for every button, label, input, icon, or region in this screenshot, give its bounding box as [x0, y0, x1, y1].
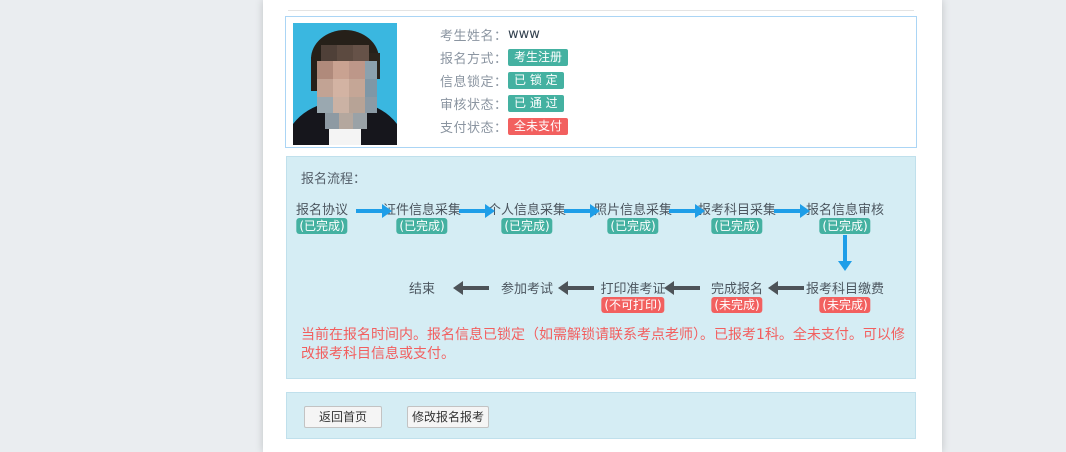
arrow-right-icon [356, 209, 382, 213]
arrow-right-icon [774, 209, 800, 213]
step-print-ticket-status: (不可打印) [601, 294, 664, 313]
step-end: 结束 [409, 278, 435, 297]
registration-method-label: 报名方式： [440, 48, 508, 67]
step-photo-info-status: (已完成) [607, 215, 658, 234]
arrow-right-icon [459, 209, 485, 213]
row-audit-status: 审核状态： 已 通 过 [440, 95, 568, 112]
step-finish-signup-status: (未完成) [711, 294, 762, 313]
step-take-exam: 参加考试 [501, 278, 553, 297]
arrow-left-icon [463, 286, 489, 290]
step-take-exam-label: 参加考试 [501, 282, 553, 297]
status-done-badge: (已完成) [607, 218, 658, 234]
audit-status-label: 审核状态： [440, 94, 508, 113]
candidate-name-label: 考生姓名： [440, 25, 508, 44]
arrow-left-icon [674, 286, 700, 290]
action-panel: 返回首页 修改报名报考 [286, 392, 916, 439]
top-divider [288, 10, 914, 11]
status-done-badge: (已完成) [819, 218, 870, 234]
step-agreement-status: (已完成) [296, 215, 347, 234]
arrow-right-icon [564, 209, 590, 213]
row-info-lock: 信息锁定： 已 锁 定 [440, 72, 568, 89]
info-lock-label: 信息锁定： [440, 71, 508, 90]
arrow-down-icon [843, 235, 847, 261]
info-lock-badge: 已 锁 定 [508, 72, 564, 89]
status-undone-badge: (未完成) [819, 297, 870, 313]
row-payment-status: 支付状态： 全未支付 [440, 118, 568, 135]
payment-status-badge: 全未支付 [508, 118, 568, 135]
step-end-label: 结束 [409, 282, 435, 297]
row-registration-method: 报名方式： 考生注册 [440, 49, 568, 66]
candidate-name-value: www [508, 27, 540, 42]
candidate-photo [293, 23, 397, 145]
candidate-info-card: 考生姓名： www 报名方式： 考生注册 信息锁定： 已 锁 定 审核状态： 已… [285, 16, 917, 148]
flow-title: 报名流程： [301, 168, 366, 187]
status-done-badge: (已完成) [396, 218, 447, 234]
candidate-info-rows: 考生姓名： www 报名方式： 考生注册 信息锁定： 已 锁 定 审核状态： 已… [440, 26, 568, 141]
step-id-info-status: (已完成) [396, 215, 447, 234]
step-subject-select-status: (已完成) [711, 215, 762, 234]
back-home-button[interactable]: 返回首页 [304, 406, 382, 428]
step-subject-payment-status: (未完成) [819, 294, 870, 313]
step-personal-info-status: (已完成) [501, 215, 552, 234]
status-done-badge: (已完成) [296, 218, 347, 234]
registration-flow-panel: 报名流程： 报名协议 证件信息采集 个人信息采集 照片信息采集 报考科目采集 报… [286, 156, 916, 379]
registration-method-badge: 考生注册 [508, 49, 568, 66]
registration-status-message: 当前在报名时间内。报名信息已锁定（如需解锁请联系考点老师）。已报考1科。全未支付… [301, 326, 905, 364]
status-done-badge: (已完成) [501, 218, 552, 234]
arrow-left-icon [778, 286, 804, 290]
status-noprint-badge: (不可打印) [601, 297, 664, 313]
arrow-left-icon [568, 286, 594, 290]
status-undone-badge: (未完成) [711, 297, 762, 313]
row-candidate-name: 考生姓名： www [440, 26, 568, 43]
main-content-area: 考生姓名： www 报名方式： 考生注册 信息锁定： 已 锁 定 审核状态： 已… [263, 0, 942, 452]
status-done-badge: (已完成) [711, 218, 762, 234]
modify-registration-button[interactable]: 修改报名报考 [407, 406, 489, 428]
payment-status-label: 支付状态： [440, 117, 508, 136]
arrow-right-icon [669, 209, 695, 213]
step-info-audit-status: (已完成) [819, 215, 870, 234]
audit-status-badge: 已 通 过 [508, 95, 564, 112]
